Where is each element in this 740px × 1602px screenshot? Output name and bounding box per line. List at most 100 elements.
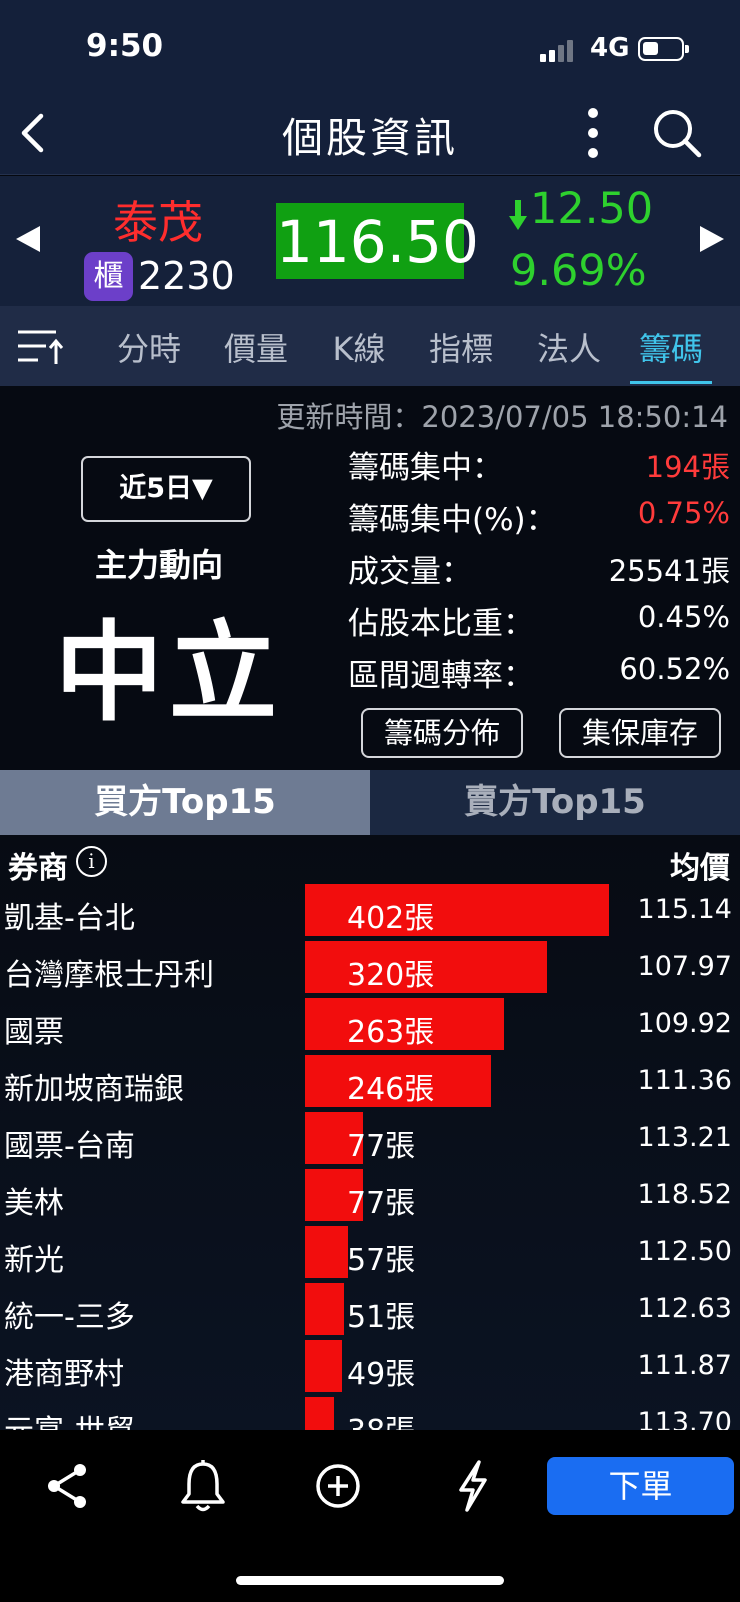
main-force-label: 主力動向 [95, 546, 224, 584]
volume-label: 320張 [347, 958, 435, 993]
status-time: 9:50 [86, 28, 164, 64]
home-indicator[interactable] [236, 1576, 504, 1585]
stat-label: 籌碼集中(%)： [348, 502, 557, 538]
table-row[interactable]: 元富-世貿 38張 113.70 [0, 1397, 740, 1430]
info-icon[interactable]: i [76, 846, 107, 877]
app-header: 個股資訊 [0, 90, 740, 175]
avg-price-header: 均價 [670, 851, 730, 886]
broker-name: 國票-台南 [4, 1129, 135, 1164]
stat-value: 0.45% [637, 600, 730, 634]
avg-price: 112.63 [637, 1293, 732, 1324]
table-row[interactable]: 凱基-台北 402張 115.14 [0, 884, 740, 941]
stat-label: 佔股本比重： [348, 606, 534, 642]
volume-label: 77張 [347, 1129, 416, 1164]
main-force-status: 中立 [55, 611, 284, 736]
network-label: 4G [590, 33, 630, 63]
tab-timeshare[interactable]: 分時 [108, 324, 190, 384]
table-row[interactable]: 統一-三多 51張 112.63 [0, 1283, 740, 1340]
stat-value: 0.75% [637, 496, 730, 530]
volume-label: 38張 [347, 1406, 415, 1430]
avg-price: 109.92 [637, 1008, 732, 1039]
stat-value: 25541張 [608, 554, 730, 588]
volume-label: 77張 [347, 1186, 416, 1221]
lightning-icon[interactable] [447, 1458, 499, 1514]
tab-chips[interactable]: 籌碼 [630, 324, 712, 384]
avg-price: 112.50 [637, 1236, 732, 1267]
bottom-toolbar: 下單 [0, 1430, 740, 1602]
table-row[interactable]: 新光 57張 112.50 [0, 1226, 740, 1283]
broker-name: 新光 [4, 1243, 64, 1278]
arrow-down-icon [509, 200, 527, 230]
battery-icon [638, 37, 689, 61]
avg-price: 115.14 [637, 894, 732, 925]
broker-name: 美林 [4, 1186, 64, 1221]
buy-sell-tabs: 買方Top15 賣方Top15 [0, 770, 740, 835]
signal-icon [540, 38, 580, 62]
tab-price-volume[interactable]: 價量 [215, 324, 297, 384]
table-row[interactable]: 新加坡商瑞銀 246張 111.36 [0, 1055, 740, 1112]
table-row[interactable]: 台灣摩根士丹利 320張 107.97 [0, 941, 740, 998]
volume-label: 402張 [347, 901, 435, 936]
stat-label: 區間週轉率： [348, 658, 534, 694]
broker-table[interactable]: 券商 i 均價 凱基-台北 402張 115.14 台灣摩根士丹利 320張 107.97… [0, 835, 740, 1430]
stock-name: 泰茂 [113, 196, 204, 249]
volume-label: 246張 [347, 1072, 435, 1107]
avg-price: 111.87 [637, 1350, 732, 1381]
change-percent: 9.69% [510, 246, 647, 296]
table-row[interactable]: 國票-台南 77張 113.21 [0, 1112, 740, 1169]
tab-institutional[interactable]: 法人 [528, 324, 610, 384]
stock-code: 2230 [138, 254, 235, 298]
avg-price: 113.70 [637, 1407, 732, 1430]
stat-label: 成交量： [348, 554, 472, 590]
price-box: 116.50 [276, 203, 479, 279]
quote-panel: 泰茂 櫃 2230 116.50 12.50 9.69% [0, 176, 740, 306]
broker-name: 港商野村 [4, 1357, 124, 1392]
broker-name: 台灣摩根士丹利 [4, 958, 214, 993]
share-icon[interactable] [42, 1458, 94, 1514]
market-badge: 櫃 [84, 252, 133, 301]
distribution-button[interactable]: 籌碼分佈 [361, 708, 523, 758]
order-button[interactable]: 下單 [547, 1457, 734, 1515]
volume-label: 49張 [347, 1357, 416, 1392]
search-icon [654, 110, 702, 158]
stat-value: 194張 [645, 450, 730, 484]
sort-button[interactable] [16, 328, 64, 366]
broker-name: 元富-世貿 [4, 1406, 135, 1430]
tab-buy-top15[interactable]: 買方Top15 [0, 770, 370, 835]
change-value: 12.50 [530, 184, 654, 234]
plus-circle-icon[interactable] [312, 1458, 364, 1514]
tab-bar: 分時 價量 K線 指標 法人 籌碼 [0, 306, 740, 386]
avg-price: 107.97 [637, 951, 732, 982]
tab-indicator[interactable]: 指標 [420, 324, 502, 384]
page-title: 個股資訊 [282, 114, 458, 162]
custody-button[interactable]: 集保庫存 [559, 708, 721, 758]
next-stock-button[interactable] [700, 226, 724, 252]
avg-price: 111.36 [637, 1065, 732, 1096]
volume-bar [305, 1283, 344, 1335]
search-button[interactable] [650, 106, 704, 160]
broker-name: 統一-三多 [4, 1300, 135, 1335]
table-row[interactable]: 港商野村 49張 111.87 [0, 1340, 740, 1397]
status-bar: 9:50 4G [0, 0, 740, 90]
broker-name: 凱基-台北 [4, 901, 135, 936]
sort-icon [18, 330, 64, 364]
table-row[interactable]: 美林 77張 118.52 [0, 1169, 740, 1226]
broker-name: 國票 [4, 1015, 64, 1050]
avg-price: 113.21 [637, 1122, 732, 1153]
table-row[interactable]: 國票 263張 109.92 [0, 998, 740, 1055]
chips-summary: 更新時間：2023/07/05 18:50:14 近5日▼ 主力動向 中立 籌碼… [0, 386, 740, 770]
tab-sell-top15[interactable]: 賣方Top15 [370, 770, 740, 835]
bell-icon[interactable] [177, 1458, 229, 1514]
price-value: 116.50 [276, 208, 479, 276]
stat-label: 籌碼集中： [348, 450, 503, 486]
volume-bar [305, 1340, 342, 1392]
volume-label: 263張 [347, 1015, 435, 1050]
volume-label: 57張 [347, 1243, 416, 1278]
prev-stock-button[interactable] [16, 226, 40, 252]
tab-kline[interactable]: K線 [318, 324, 400, 384]
period-dropdown[interactable]: 近5日▼ [81, 456, 251, 522]
more-button[interactable] [573, 106, 613, 160]
volume-bar [305, 1397, 334, 1430]
broker-name: 新加坡商瑞銀 [4, 1072, 184, 1107]
stat-value: 60.52% [619, 652, 730, 686]
